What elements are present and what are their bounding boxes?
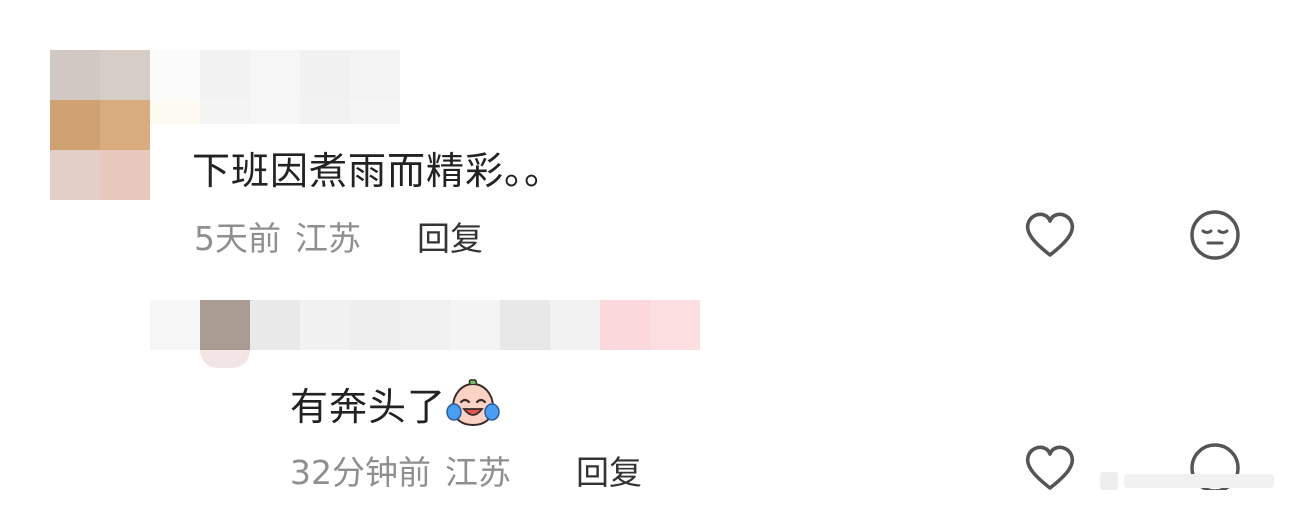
reply-button[interactable]: 回复 [417, 212, 483, 260]
avatar-blurred[interactable] [50, 50, 150, 200]
heart-outline-icon[interactable] [1022, 207, 1078, 263]
comment-location: 江苏 [445, 453, 511, 492]
crying-laughing-face-emoji [446, 378, 500, 428]
heart-outline-icon[interactable] [1022, 440, 1078, 496]
comment-time: 5天前 [194, 219, 281, 258]
comment-thread: 下班因煮雨而精彩。。 5天前 江苏 回复 有奔头了 32分钟前 江苏 回复 [0, 0, 1290, 510]
username-blurred[interactable] [150, 300, 700, 350]
reply-button[interactable]: 回复 [576, 446, 642, 494]
avatar-blurred[interactable] [200, 350, 250, 368]
comment-location: 江苏 [295, 219, 361, 258]
comment-meta: 32分钟前 江苏 [290, 446, 511, 494]
comment-text: 有奔头了 [290, 376, 500, 431]
comment-text: 下班因煮雨而精彩。。 [192, 149, 564, 193]
watermark [1100, 468, 1280, 494]
comment-meta: 5天前 江苏 [194, 212, 361, 260]
expressionless-face-icon[interactable] [1187, 207, 1243, 263]
comment-text-content: 有奔头了 [290, 385, 447, 429]
comment-time: 32分钟前 [290, 453, 431, 492]
username-blurred[interactable] [150, 50, 400, 124]
